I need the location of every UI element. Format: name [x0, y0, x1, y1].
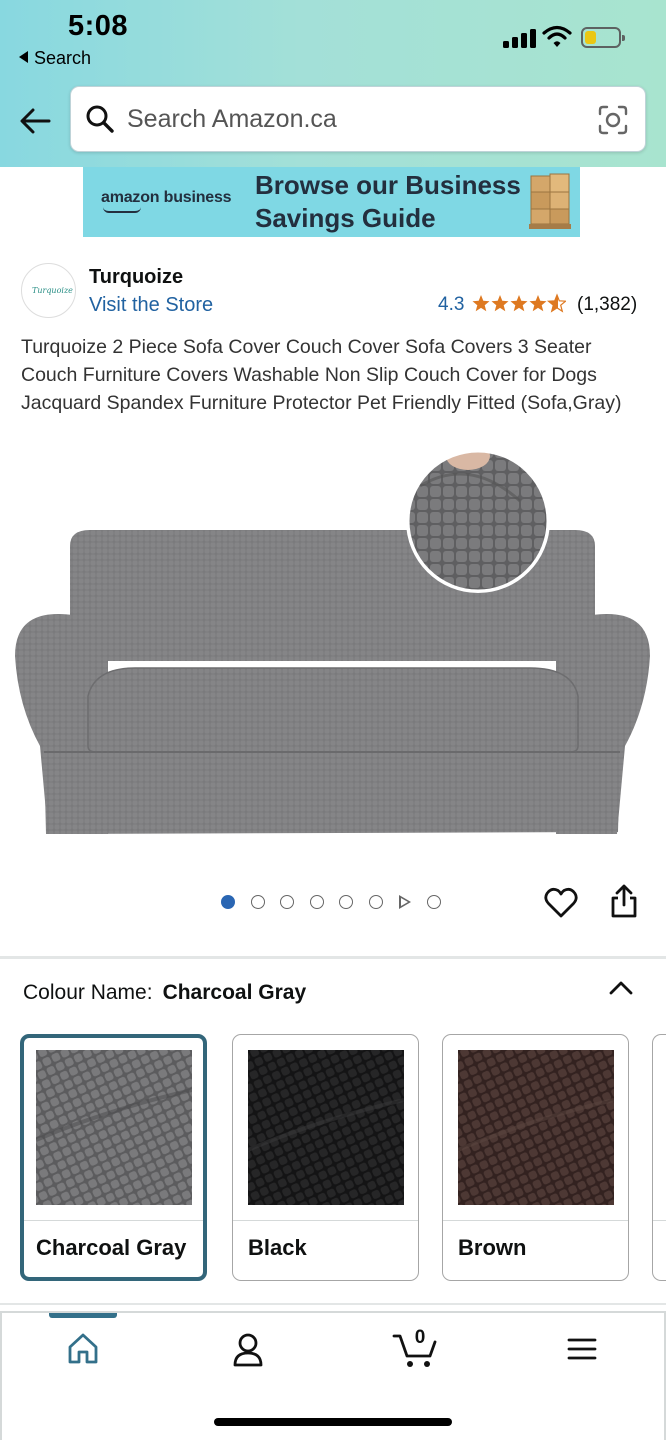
colour-option-label: Black: [248, 1235, 307, 1260]
back-arrow-icon[interactable]: [18, 104, 52, 138]
carousel-dot[interactable]: [339, 895, 353, 909]
camera-scan-icon[interactable]: [597, 104, 629, 136]
carousel-video-icon[interactable]: [399, 895, 411, 909]
boxes-pallet-icon: [529, 173, 571, 229]
carousel-dot[interactable]: [369, 895, 383, 909]
product-title: Turquoize 2 Piece Sofa Cover Couch Cover…: [21, 336, 622, 414]
cart-count-badge: 0: [414, 1327, 426, 1348]
carousel-dot[interactable]: [280, 895, 294, 909]
selected-colour: Charcoal Gray: [162, 981, 307, 1004]
search-input[interactable]: [127, 97, 577, 141]
colour-option-more[interactable]: [652, 1034, 666, 1281]
colour-option-brown[interactable]: Brown: [442, 1034, 629, 1281]
wifi-icon: [542, 25, 572, 47]
banner-headline: Browse our Business Savings Guide: [255, 170, 521, 233]
back-triangle-icon: [19, 51, 28, 63]
carousel-dot[interactable]: [310, 895, 324, 909]
review-count[interactable]: (1,382): [577, 294, 637, 316]
carousel-dot[interactable]: [221, 895, 235, 909]
section-divider: [0, 956, 666, 959]
account-icon[interactable]: [232, 1332, 264, 1368]
visit-store-link[interactable]: Visit the Store: [89, 294, 213, 317]
home-indicator-bar[interactable]: [214, 1418, 452, 1426]
business-savings-banner[interactable]: amazon business Browse our Business Savi…: [83, 167, 580, 237]
rating-stars-icon[interactable]: [472, 293, 566, 315]
home-icon[interactable]: [67, 1332, 99, 1366]
battery-icon: [581, 27, 625, 48]
chevron-up-icon[interactable]: [608, 978, 634, 998]
colour-option-black[interactable]: Black: [232, 1034, 419, 1281]
rating-value[interactable]: 4.3: [438, 294, 464, 316]
search-bar[interactable]: [70, 86, 646, 152]
menu-icon[interactable]: [566, 1332, 598, 1366]
colour-name-label: Colour Name: Charcoal Gray: [23, 981, 307, 1004]
swatch-image: [458, 1050, 614, 1205]
carousel-dot[interactable]: [251, 895, 265, 909]
status-time: 5:08: [68, 10, 129, 42]
section-divider: [0, 1303, 666, 1305]
search-icon: [86, 105, 114, 133]
colour-option-label: Charcoal Gray: [36, 1235, 187, 1260]
swatch-image: [36, 1050, 192, 1205]
amazon-business-logo: amazon business: [101, 189, 232, 213]
wishlist-heart-icon[interactable]: [544, 887, 578, 919]
store-logo[interactable]: Turquoize: [21, 263, 76, 318]
back-to-app-link[interactable]: Search: [19, 48, 91, 69]
active-tab-indicator: [49, 1313, 117, 1318]
back-app-label: Search: [34, 48, 92, 68]
store-name: Turquoize: [89, 266, 184, 288]
product-image[interactable]: [0, 446, 666, 856]
colour-option-label: Brown: [458, 1235, 527, 1260]
signal-icon: [503, 28, 537, 48]
carousel-dot[interactable]: [427, 895, 441, 909]
swatch-image: [248, 1050, 404, 1205]
colour-option-charcoal-gray[interactable]: Charcoal Gray: [20, 1034, 207, 1281]
share-icon[interactable]: [609, 883, 639, 919]
